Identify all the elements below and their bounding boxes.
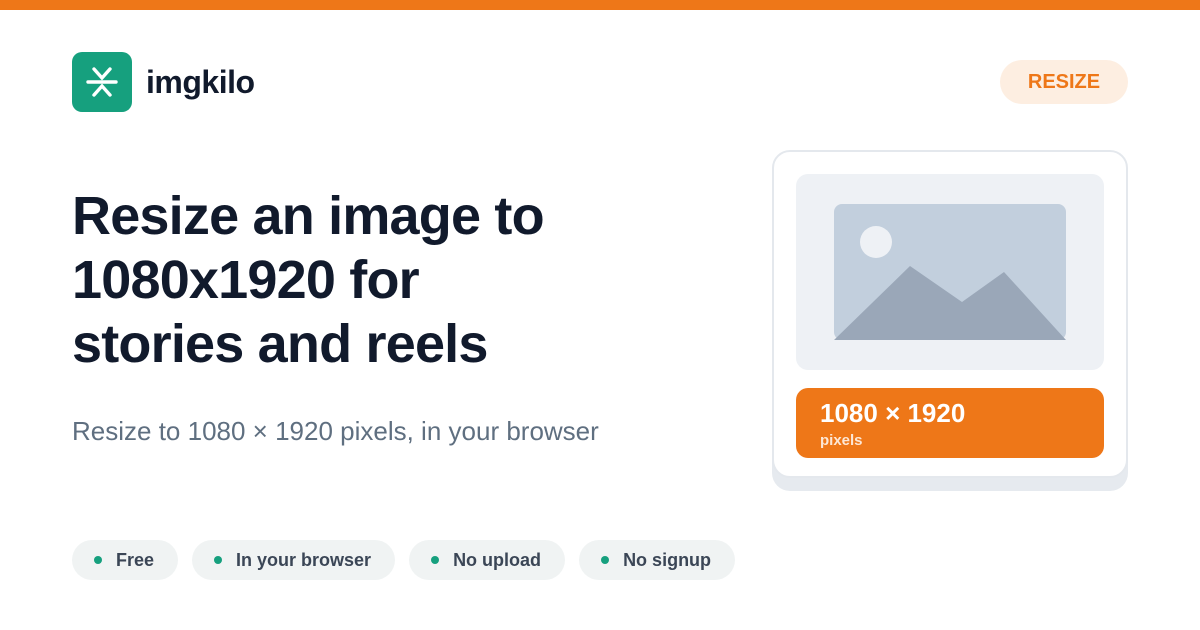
feature-chip-no-signup: No signup	[579, 540, 736, 580]
bullet-dot-icon	[601, 556, 610, 564]
image-preview	[796, 174, 1104, 370]
bullet-dot-icon	[214, 556, 223, 564]
dimensions-unit: pixels	[820, 432, 863, 449]
title-line: 1080x1920 for	[72, 250, 420, 310]
title-line: stories and reels	[72, 314, 488, 374]
brand[interactable]: imgkilo	[72, 52, 255, 112]
feature-chip-no-upload: No upload	[409, 540, 566, 580]
feature-chips: Free In your browser No upload No signup	[72, 540, 749, 580]
image-placeholder-icon	[834, 204, 1066, 340]
bullet-dot-icon	[94, 556, 102, 564]
brand-name: imgkilo	[146, 63, 255, 100]
subtitle: Resize to 1080 × 1920 pixels, in your br…	[72, 416, 599, 446]
dimensions-value: 1080 × 1920	[820, 398, 966, 428]
feature-chip-in-browser: In your browser	[192, 540, 396, 580]
chip-label: No upload	[453, 549, 542, 570]
page-title: Resize an image to 1080x1920 for stories…	[72, 184, 712, 376]
chip-label: Free	[116, 549, 155, 570]
preview-card: 1080 × 1920 pixels	[772, 150, 1128, 478]
title-line: Resize an image to	[72, 186, 545, 246]
top-accent-bar	[0, 0, 1200, 10]
logo-icon	[72, 52, 132, 112]
feature-chip-free: Free	[72, 540, 179, 580]
dimensions-badge: 1080 × 1920 pixels	[796, 388, 1104, 458]
resize-tag-badge: RESIZE	[1000, 60, 1128, 104]
chip-label: In your browser	[236, 549, 372, 570]
bullet-dot-icon	[431, 556, 440, 564]
chip-label: No signup	[623, 549, 712, 570]
